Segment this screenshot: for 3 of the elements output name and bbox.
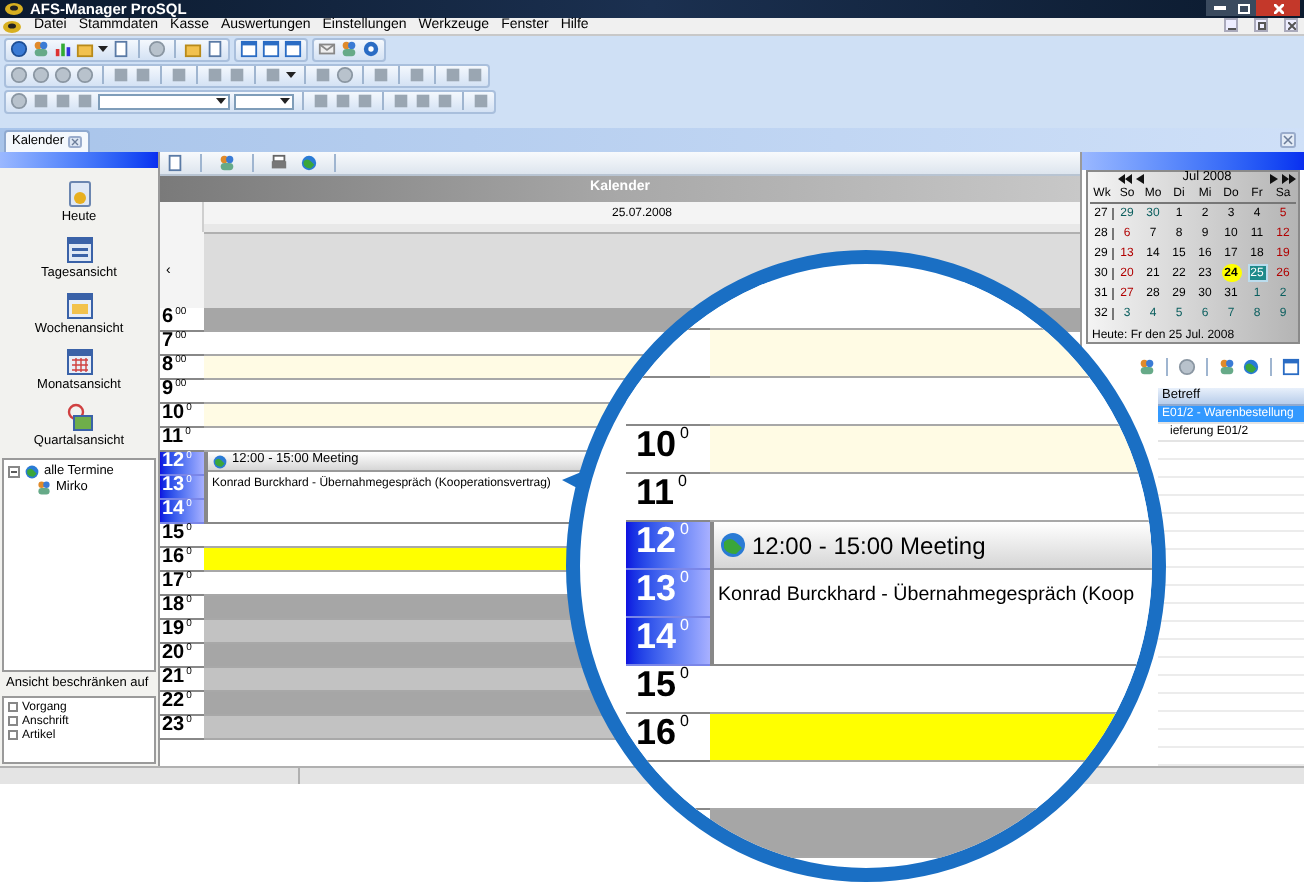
event-text: Konrad Burckhard - Übernahmegespräch (Koop — [718, 586, 1135, 606]
event-block[interactable]: 12:00 - 15:00 Meeting Konrad Burckhard - Übernahmegespräch (Koop — [710, 522, 1152, 666]
event-time: 12:00 - 15:00 Meeting — [752, 533, 986, 557]
